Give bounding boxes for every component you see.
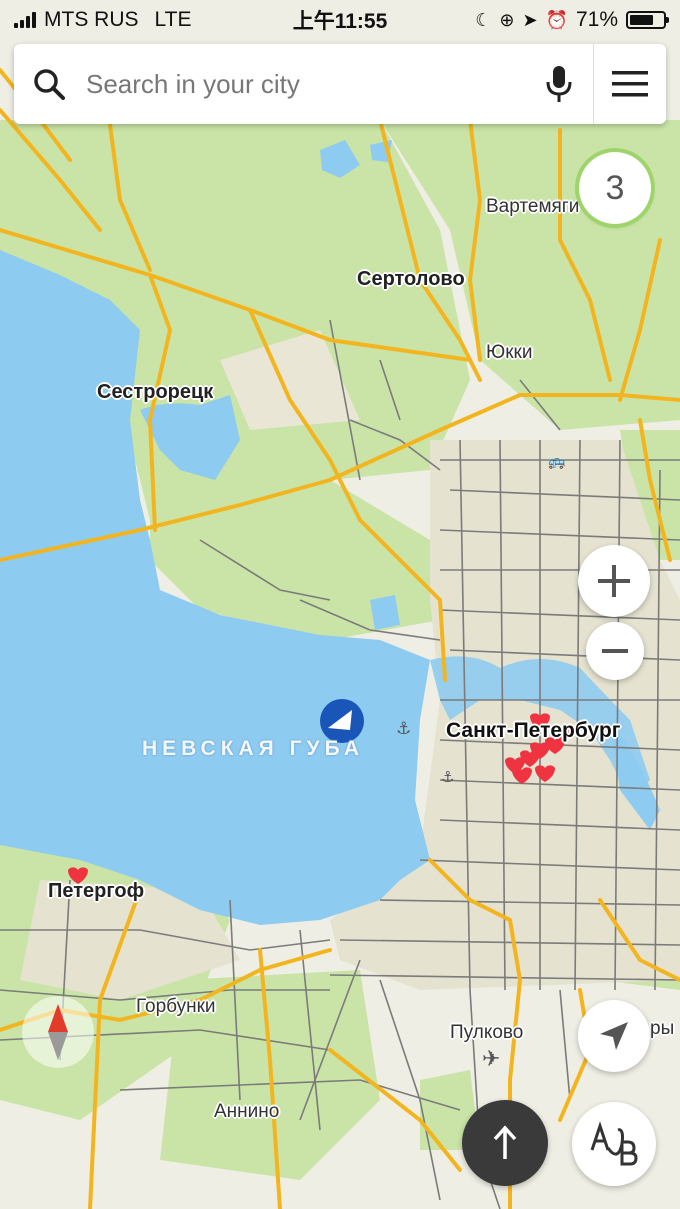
route-ab-icon [590,1121,638,1166]
my-location-button[interactable] [578,1000,650,1072]
location-services-icon: ➤ [522,9,538,30]
rotation-lock-icon: ⊕ [499,9,515,30]
place-label-pulkovo: Пулково [450,1022,524,1043]
minus-icon [602,649,628,653]
arrow-up-icon [493,1125,517,1159]
search-icon[interactable] [14,67,84,101]
traffic-level-value: 3 [605,168,625,207]
battery-percent: 71% [575,8,618,31]
hamburger-menu-icon [612,71,648,97]
moon-icon: ☾ [475,9,492,30]
anchor-icon: ⚓ [441,768,454,786]
navigation-arrow-icon [600,1022,628,1050]
zoom-in-button[interactable] [578,545,650,617]
compass-button[interactable] [22,996,94,1068]
network-type: LTE [154,8,192,31]
place-label-sertolovo: Сертолово [357,268,465,290]
search-bar [14,44,666,124]
place-label-gorbunki: Горбунки [136,996,216,1017]
place-label-edge: ры [650,1018,675,1039]
city-label-saint-petersburg: Санкт-Петербург [446,719,621,742]
clock: 上午11:55 [292,10,388,33]
status-bar: MTS RUS LTE 上午11:55 ☾ ⊕ ➤ ⏰ 71% [0,0,680,40]
alarm-icon: ⏰ [545,9,568,30]
battery-icon [626,11,669,29]
compass-icon [48,1004,68,1060]
traffic-level-button[interactable]: 3 [579,152,651,224]
water-label-nevskaya-guba: НЕВСКАЯ ГУБА [142,737,365,760]
place-label-vartemyagi: Вартемяги [486,196,580,217]
carrier-name: MTS RUS [44,8,139,31]
route-a-to-b-button[interactable] [572,1102,656,1186]
place-label-peterhof: Петергоф [48,880,145,902]
anchor-icon: ⚓ [396,719,411,739]
route-button[interactable] [462,1100,548,1186]
bus-icon: 🚌 [548,454,566,470]
plus-icon [598,565,630,597]
search-input[interactable] [84,67,525,101]
microphone-button[interactable] [525,64,593,104]
microphone-icon [546,66,572,102]
airport-icon: ✈ [482,1047,500,1072]
zoom-out-button[interactable] [586,622,644,680]
map-app-screen: 🚌 ⚓ ⚓ ✈ Вартемяги Сертолово Юкки Сестрор… [0,0,680,1209]
place-label-annino: Аннино [214,1101,280,1122]
signal-strength-icon [14,12,36,28]
place-label-yukki: Юкки [486,342,533,363]
menu-button[interactable] [593,44,666,124]
place-label-sestroretsk: Сестрорецк [97,381,214,403]
